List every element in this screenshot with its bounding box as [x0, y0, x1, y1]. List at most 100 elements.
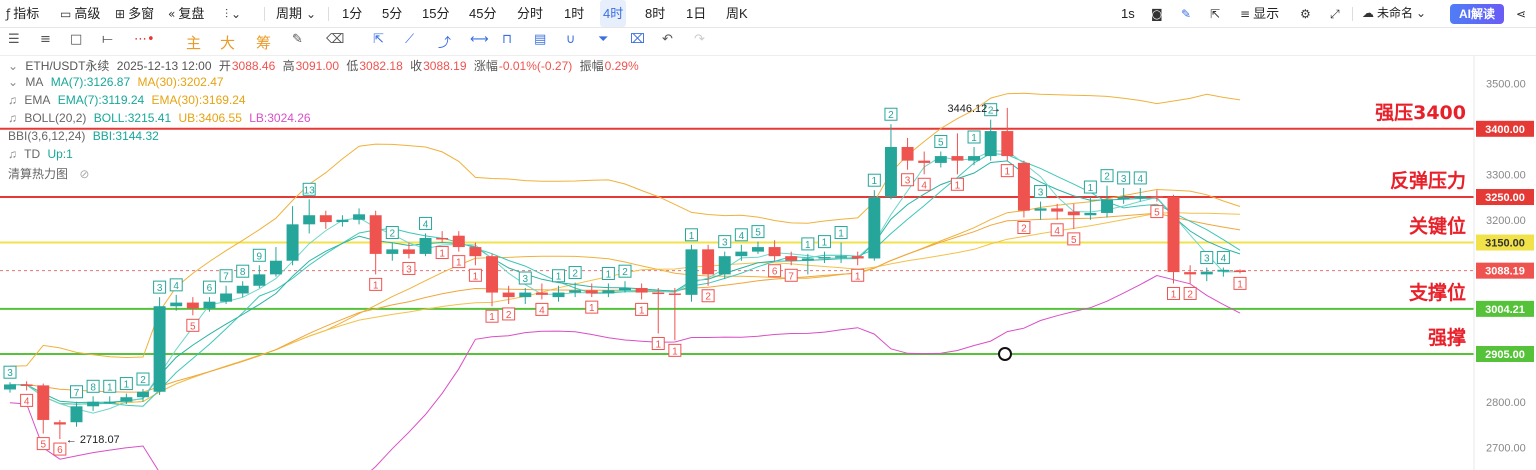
interval-timeshare[interactable]: 分时	[517, 0, 543, 27]
heatmap-legend[interactable]: 清算热力图 ⊘	[8, 165, 93, 182]
candle-body[interactable]	[918, 160, 931, 163]
settings-sliders-icon[interactable]: ☰	[8, 32, 20, 47]
candle-body[interactable]	[136, 391, 149, 398]
collapse-icon[interactable]: ⌄	[8, 75, 18, 89]
edit-icon[interactable]: ✎	[292, 32, 303, 47]
candle-body[interactable]	[386, 249, 399, 254]
candle-body[interactable]	[402, 249, 415, 254]
candle-body[interactable]	[53, 422, 66, 425]
indicator-button[interactable]: ƒ 指标	[6, 0, 39, 27]
export-icon[interactable]: ⇱	[1210, 0, 1223, 27]
anchor-point[interactable]	[998, 346, 1012, 361]
interval-1m[interactable]: 1分	[342, 0, 362, 27]
candle-body[interactable]	[1034, 208, 1047, 211]
candle-body[interactable]	[70, 406, 83, 423]
fullscreen-icon[interactable]: ⤢	[1330, 0, 1343, 27]
candle-body[interactable]	[619, 288, 631, 291]
candle-body[interactable]	[502, 292, 515, 298]
candle-body[interactable]	[103, 401, 116, 404]
lock-icon[interactable]: ⊓	[502, 32, 512, 47]
chart-type-button[interactable]: ⫶ ⌄	[225, 0, 244, 27]
candle-body[interactable]	[835, 256, 848, 258]
candle-body[interactable]	[984, 131, 997, 157]
candle-body[interactable]	[901, 146, 914, 161]
refresh-rate[interactable]: 1s	[1121, 0, 1135, 27]
candle-body[interactable]	[1067, 211, 1080, 216]
candle-body[interactable]	[851, 256, 864, 259]
candle-body[interactable]	[602, 290, 615, 294]
candle-body[interactable]	[1234, 270, 1246, 273]
candle-body[interactable]	[519, 292, 532, 298]
advanced-button[interactable]: ▭ 高级	[60, 0, 100, 27]
candle-body[interactable]	[419, 237, 432, 254]
candle-body[interactable]	[1150, 196, 1163, 198]
period-dropdown[interactable]: 周期 ⌄	[276, 0, 319, 27]
candle-body[interactable]	[652, 292, 665, 295]
candle-body[interactable]	[718, 256, 731, 275]
settings-icon[interactable]: ⚙	[1300, 0, 1314, 27]
candle-body[interactable]	[253, 274, 266, 286]
td-legend[interactable]: ♫ TD Up:1	[8, 147, 77, 161]
ai-analysis-button[interactable]: AI解读	[1450, 4, 1504, 24]
candle-body[interactable]	[203, 301, 216, 309]
cursor-icon[interactable]: ⇱	[373, 32, 384, 47]
candle-body[interactable]	[336, 219, 349, 223]
candle-body[interactable]	[1001, 131, 1014, 157]
magnet-icon[interactable]: ∪	[566, 32, 576, 47]
undo-icon[interactable]: ↶	[662, 32, 673, 47]
candle-body[interactable]	[1017, 162, 1030, 211]
share-icon[interactable]: ⋖	[1516, 0, 1529, 27]
display-button[interactable]: ≡ 显示	[1240, 0, 1279, 27]
pen-icon[interactable]: ✎	[1181, 0, 1194, 27]
horizontal-line-icon[interactable]: ⟝	[102, 32, 113, 47]
candle-body[interactable]	[319, 215, 332, 223]
multi-window-button[interactable]: ⊞ 多窗	[115, 0, 154, 27]
note-icon[interactable]: ▤	[534, 32, 546, 47]
camera-icon[interactable]: ◙	[1151, 0, 1166, 27]
candle-body[interactable]	[236, 285, 249, 294]
large-order-button[interactable]: 大	[220, 32, 235, 53]
candle-body[interactable]	[286, 224, 299, 261]
candle-body[interactable]	[735, 251, 748, 257]
candle-body[interactable]	[1200, 271, 1213, 275]
candle-body[interactable]	[436, 237, 449, 240]
candle-body[interactable]	[884, 146, 897, 198]
candle-body[interactable]	[170, 302, 183, 307]
candle-body[interactable]	[868, 197, 881, 259]
ma-legend[interactable]: ⌄ MA MA(7):3126.87 MA(30):3202.47	[8, 75, 228, 89]
chip-distribution-button[interactable]: 筹	[256, 32, 271, 53]
candle-body[interactable]	[486, 256, 499, 293]
candle-body[interactable]	[37, 385, 50, 420]
range-tool-icon[interactable]: ⟷	[470, 32, 489, 47]
bbi-legend[interactable]: BBI(3,6,12,24) BBI:3144.32	[8, 129, 163, 143]
interval-weekly[interactable]: 周K	[726, 0, 748, 27]
candle-body[interactable]	[535, 292, 548, 295]
ruler-icon[interactable]: ⟋	[405, 32, 414, 47]
candle-body[interactable]	[303, 215, 316, 225]
candle-body[interactable]	[1051, 208, 1064, 212]
candle-body[interactable]	[4, 384, 16, 390]
rectangle-icon[interactable]: □	[70, 32, 82, 47]
interval-15m[interactable]: 15分	[422, 0, 449, 27]
layout-dropdown[interactable]: ☁ 未命名 ⌄	[1362, 0, 1429, 27]
candle-body[interactable]	[702, 249, 715, 275]
bell-icon[interactable]: ♫	[8, 93, 17, 107]
candle-body[interactable]	[968, 156, 981, 161]
candle-body[interactable]	[569, 290, 582, 293]
candle-body[interactable]	[768, 247, 781, 257]
interval-4h[interactable]: 4时	[600, 0, 627, 27]
eye-off-icon[interactable]: ⊘	[79, 167, 89, 181]
candle-body[interactable]	[1167, 197, 1180, 273]
collapse-icon[interactable]: ⌄	[8, 59, 18, 73]
bell-icon[interactable]: ♫	[8, 147, 17, 161]
eraser-icon[interactable]: ⌫	[326, 32, 344, 47]
interval-45m[interactable]: 45分	[469, 0, 496, 27]
candle-body[interactable]	[369, 215, 382, 254]
candle-body[interactable]	[1184, 272, 1197, 275]
candle-body[interactable]	[87, 401, 100, 407]
candle-body[interactable]	[120, 397, 133, 402]
candle-body[interactable]	[353, 214, 366, 220]
candle-body[interactable]	[785, 256, 798, 261]
candle-body[interactable]	[1084, 212, 1097, 216]
candle-body[interactable]	[186, 302, 199, 309]
